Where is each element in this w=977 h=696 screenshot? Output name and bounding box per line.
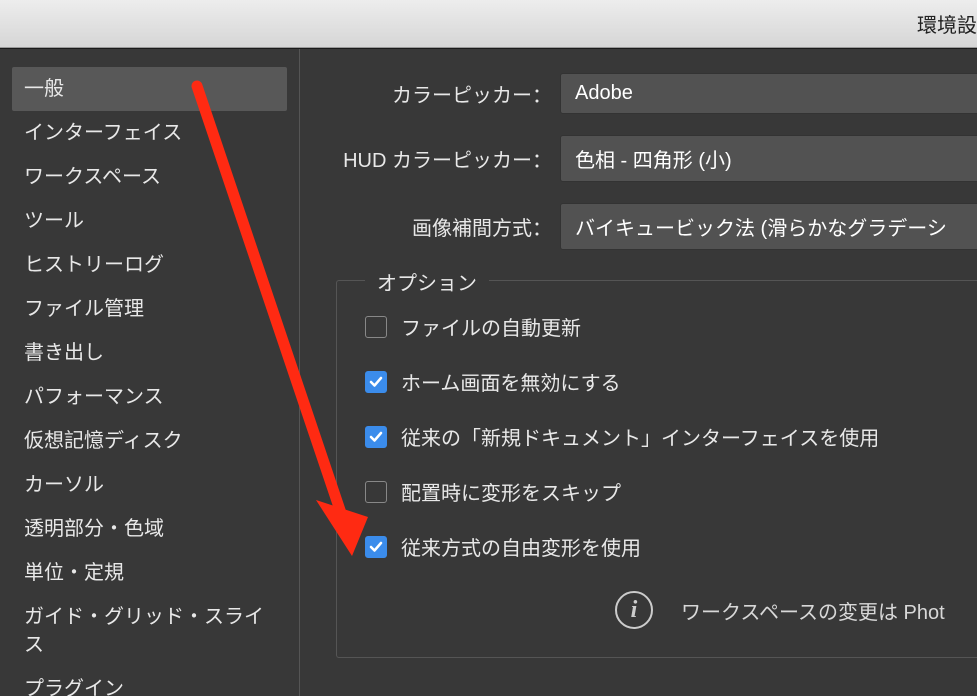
legacy-new-doc-checkbox[interactable] [365, 426, 387, 448]
legacy-free-transform-checkbox[interactable] [365, 536, 387, 558]
interpolation-label: 画像補間方式： [320, 212, 560, 241]
color-picker-dropdown[interactable]: Adobe [560, 73, 977, 114]
skip-transform-label[interactable]: 配置時に変形をスキップ [401, 477, 621, 506]
sidebar-item-plugins[interactable]: プラグイン [12, 667, 287, 696]
hud-color-picker-dropdown[interactable]: 色相 - 四角形 (小) [560, 135, 977, 182]
color-picker-label: カラーピッカー： [320, 79, 560, 108]
check-row-legacy-free-transform: 従来方式の自由変形を使用 [365, 532, 977, 561]
options-fieldset: オプション ファイルの自動更新 ホーム画面を無効にする 従来の「新規ドキュメント… [336, 280, 977, 658]
sidebar-item-units-rulers[interactable]: 単位・定規 [12, 551, 287, 595]
form-row-interpolation: 画像補間方式： バイキュービック法 (滑らかなグラデーシ [320, 203, 977, 250]
sidebar-item-tools[interactable]: ツール [12, 199, 287, 243]
sidebar-item-export[interactable]: 書き出し [12, 331, 287, 375]
content-area: 一般 インターフェイス ワークスペース ツール ヒストリーログ ファイル管理 書… [0, 48, 977, 696]
check-row-skip-transform: 配置時に変形をスキップ [365, 477, 977, 506]
info-text: ワークスペースの変更は Phot [681, 596, 945, 625]
sidebar-item-label: パフォーマンス [24, 386, 164, 408]
titlebar: 環境設 [0, 0, 977, 48]
sidebar-item-cursors[interactable]: カーソル [12, 463, 287, 507]
form-row-hud-color-picker: HUD カラーピッカー： 色相 - 四角形 (小) [320, 135, 977, 182]
sidebar-item-interface[interactable]: インターフェイス [12, 111, 287, 155]
sidebar-item-label: ガイド・グリッド・スライス [24, 606, 264, 656]
info-row: i ワークスペースの変更は Phot [615, 591, 977, 629]
interpolation-dropdown[interactable]: バイキュービック法 (滑らかなグラデーシ [560, 203, 977, 250]
sidebar-item-transparency-gamut[interactable]: 透明部分・色域 [12, 507, 287, 551]
sidebar-item-workspace[interactable]: ワークスペース [12, 155, 287, 199]
sidebar-item-label: プラグイン [24, 678, 124, 696]
sidebar-item-label: 書き出し [24, 342, 104, 364]
options-legend: オプション [365, 267, 489, 296]
check-row-auto-update: ファイルの自動更新 [365, 312, 977, 341]
sidebar-item-scratch-disks[interactable]: 仮想記憶ディスク [12, 419, 287, 463]
skip-transform-checkbox[interactable] [365, 481, 387, 503]
disable-home-checkbox[interactable] [365, 371, 387, 393]
form-row-color-picker: カラーピッカー： Adobe [320, 73, 977, 114]
sidebar-item-label: 透明部分・色域 [24, 518, 164, 540]
sidebar-item-label: ワークスペース [24, 166, 161, 188]
sidebar-item-performance[interactable]: パフォーマンス [12, 375, 287, 419]
window-title: 環境設 [917, 9, 977, 38]
info-icon: i [615, 591, 653, 629]
sidebar-item-label: カーソル [24, 474, 104, 496]
dropdown-value: バイキュービック法 (滑らかなグラデーシ [575, 218, 947, 240]
sidebar-item-history-log[interactable]: ヒストリーログ [12, 243, 287, 287]
sidebar-item-label: 仮想記憶ディスク [24, 430, 183, 452]
checkmark-icon [369, 375, 383, 389]
auto-update-checkbox[interactable] [365, 316, 387, 338]
sidebar-item-label: ツール [24, 210, 84, 232]
sidebar-item-label: 単位・定規 [24, 562, 124, 584]
sidebar-item-label: ヒストリーログ [24, 254, 164, 276]
legacy-new-doc-label[interactable]: 従来の「新規ドキュメント」インターフェイスを使用 [401, 422, 879, 451]
legacy-free-transform-label[interactable]: 従来方式の自由変形を使用 [401, 532, 641, 561]
sidebar-item-label: 一般 [24, 78, 64, 100]
disable-home-label[interactable]: ホーム画面を無効にする [401, 367, 621, 396]
checkmark-icon [369, 430, 383, 444]
checkmark-icon [369, 540, 383, 554]
sidebar-item-general[interactable]: 一般 [12, 67, 287, 111]
dropdown-value: 色相 - 四角形 (小) [575, 150, 732, 172]
sidebar-item-label: ファイル管理 [24, 298, 144, 320]
sidebar-item-label: インターフェイス [24, 122, 182, 144]
sidebar-item-guides-grid-slices[interactable]: ガイド・グリッド・スライス [12, 595, 287, 667]
main-panel: カラーピッカー： Adobe HUD カラーピッカー： 色相 - 四角形 (小)… [300, 49, 977, 696]
check-row-legacy-new-doc: 従来の「新規ドキュメント」インターフェイスを使用 [365, 422, 977, 451]
auto-update-label[interactable]: ファイルの自動更新 [401, 312, 581, 341]
sidebar: 一般 インターフェイス ワークスペース ツール ヒストリーログ ファイル管理 書… [0, 49, 300, 696]
dropdown-value: Adobe [575, 82, 633, 104]
sidebar-item-file-handling[interactable]: ファイル管理 [12, 287, 287, 331]
check-row-disable-home: ホーム画面を無効にする [365, 367, 977, 396]
hud-color-picker-label: HUD カラーピッカー： [320, 144, 560, 173]
